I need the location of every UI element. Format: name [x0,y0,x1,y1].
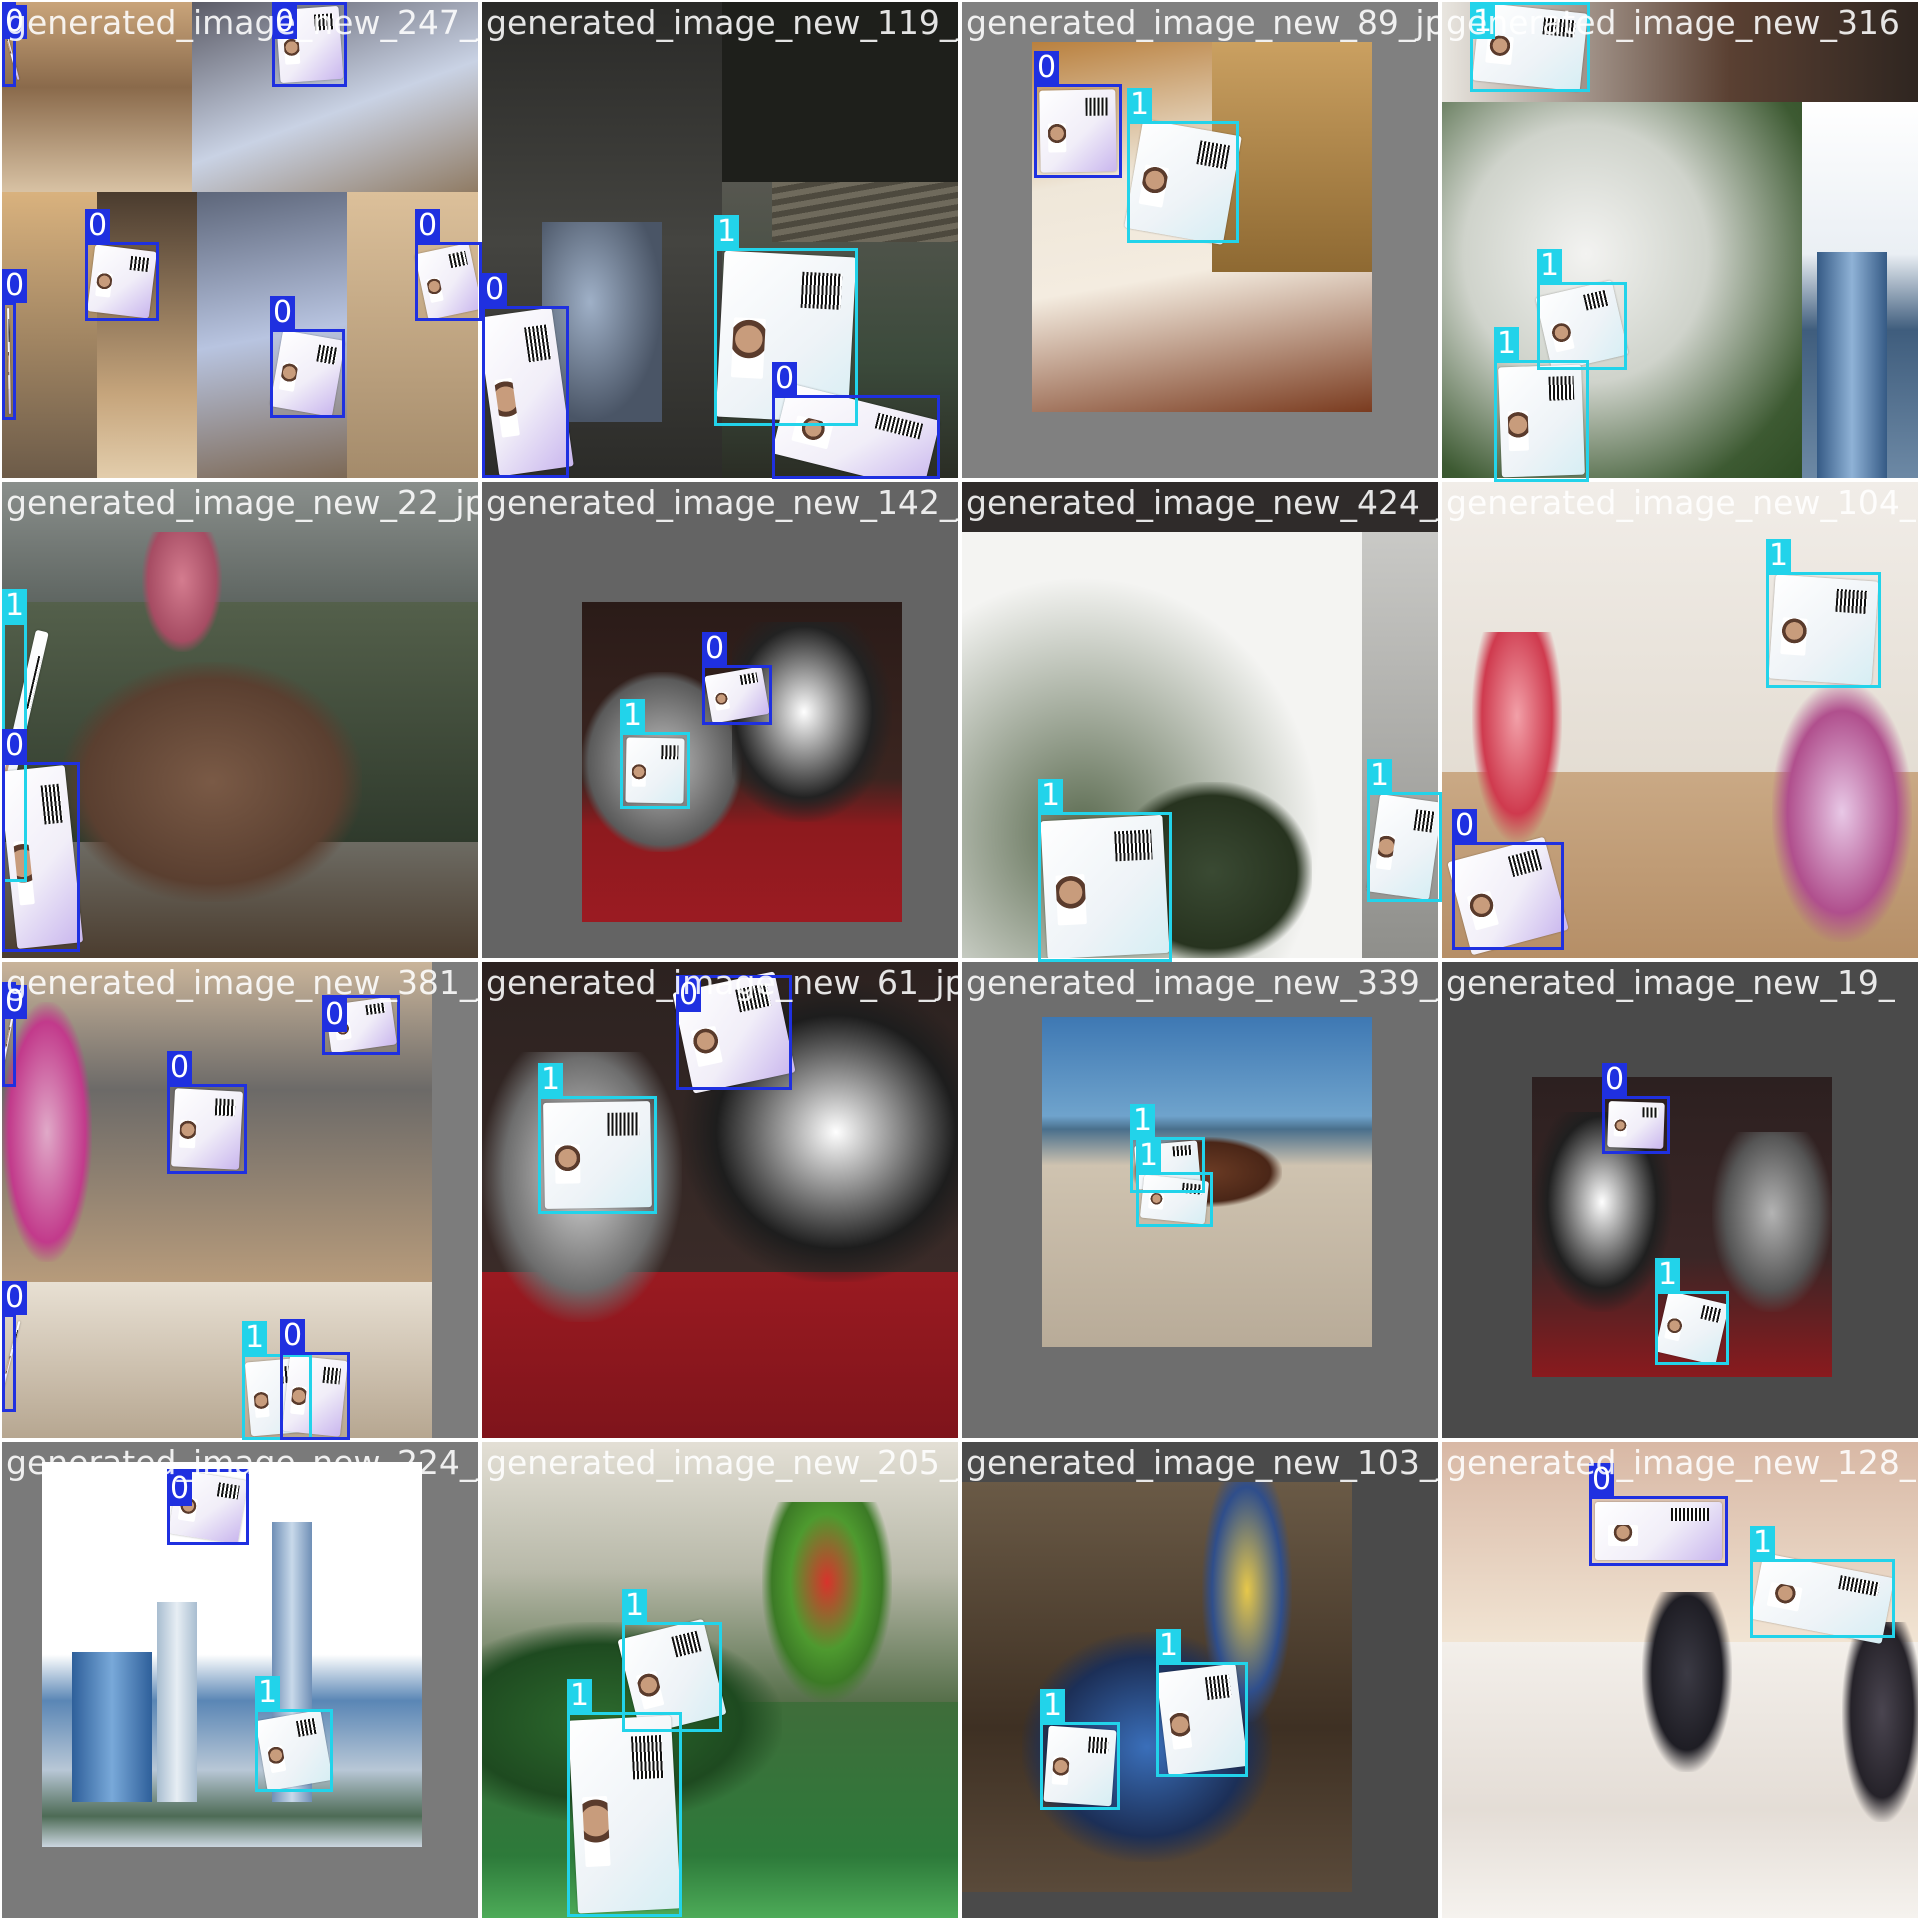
tile-photo [2,2,478,478]
class-label: 1 [1655,1258,1681,1292]
class-label: 0 [280,1319,306,1353]
mosaic-tile: generated_image_new_316 1 1 1 [1440,0,1920,482]
class-label: 0 [2,985,28,1019]
class-label: 0 [1602,1063,1628,1097]
mosaic-grid: generated_image_new_247_jpg.rf.7e9d82e00… [0,0,1920,1920]
class-label: 1 [1494,327,1520,361]
bounding-box-class-0: 0 [280,1319,350,1440]
class-label: 1 [1766,539,1792,573]
bounding-box-class-0: 0 [167,1051,247,1174]
bounding-box-class-1: 1 [1136,1139,1213,1227]
bounding-box-class-1: 1 [1156,1629,1248,1777]
class-label: 0 [322,998,348,1032]
bounding-box-class-1: 1 [1470,2,1590,92]
class-label: 1 [620,699,646,733]
class-label: 1 [1038,779,1064,813]
class-label: 1 [1156,1629,1182,1663]
bounding-box-class-0: 0 [270,296,345,418]
class-label: 1 [1136,1139,1162,1173]
class-label: 0 [272,5,298,39]
class-label: 1 [622,1589,648,1623]
bounding-box-class-1: 1 [1367,759,1442,902]
class-label: 1 [1130,1104,1156,1138]
tile-photo [1442,962,1918,1438]
class-label: 1 [1537,249,1563,283]
bounding-box-class-1: 1 [1040,1689,1120,1810]
bounding-box-class-0: 0 [2,2,28,87]
class-label: 1 [1470,5,1496,39]
bounding-box-class-0: 0 [2,982,28,1087]
class-label: 0 [167,1472,193,1506]
mosaic-tile: generated_image_new_61_jpg.rf.533959eb70… [480,960,960,1440]
class-label: 0 [702,632,728,666]
bounding-box-class-0: 0 [702,632,772,725]
class-label: 0 [167,1051,193,1085]
class-label: 0 [772,362,798,396]
bounding-box-class-0: 0 [1602,1063,1670,1154]
bounding-box-class-0: 0 [272,2,347,87]
class-label: 0 [2,729,28,763]
mosaic-tile: generated_image_new_22_jpg.rf.9065cea741… [0,480,480,960]
class-label: 1 [1367,759,1393,793]
class-label: 0 [676,978,702,1012]
class-label: 0 [1452,809,1478,843]
mosaic-tile: generated_image_new_339_jpg.rf.3b657a5d1… [960,960,1440,1440]
class-label: 1 [1750,1526,1776,1560]
bounding-box-class-1: 1 [1750,1526,1895,1638]
bounding-box-class-0: 0 [2,1281,28,1412]
bounding-box-class-1: 1 [1494,327,1589,482]
bounding-box-class-0: 0 [2,269,28,420]
bounding-box-class-1: 1 [620,699,690,809]
mosaic-tile: generated_image_new_205_jpg.rf.58e8ad1fe… [480,1440,960,1920]
bounding-box-class-0: 0 [2,729,80,952]
class-label: 0 [2,269,28,303]
bounding-box-class-1: 1 [538,1063,657,1214]
class-label: 1 [255,1676,281,1710]
mosaic-tile: generated_image_new_128_ 0 1 [1440,1440,1920,1920]
class-label: 0 [2,5,28,39]
class-label: 0 [1034,51,1060,85]
mosaic-tile: generated_image_new_89_jpg.rf.tada33a501 [960,0,1440,480]
mosaic-tile: generated_image_new_142_jpg.rf.84d390201 [480,480,960,960]
class-label: 1 [714,215,740,249]
class-label: 1 [2,589,28,623]
bounding-box-class-0: 0 [415,209,482,321]
class-label: 0 [2,1281,28,1315]
bounding-box-class-0: 0 [1589,1463,1728,1566]
bounding-box-class-0: 0 [167,1469,249,1545]
mosaic-tile: generated_image_new_19_ 0 1 [1440,960,1920,1440]
bounding-box-class-0: 0 [676,975,792,1090]
bounding-box-class-0: 0 [1452,809,1564,950]
class-label: 0 [270,296,296,330]
bounding-box-class-0: 0 [85,209,159,321]
class-label: 0 [415,209,441,243]
bounding-box-class-1: 1 [1766,539,1881,688]
class-label: 1 [242,1321,268,1355]
class-label: 0 [1589,1463,1615,1497]
mosaic-tile: generated_image_new_381_jpg.rf.5ebe91600… [0,960,480,1440]
bounding-box-class-1: 1 [1537,249,1627,370]
bounding-box-class-1: 1 [1127,88,1239,243]
mosaic-tile: generated_image_new_424_jpg.rf.4116211 [960,480,1442,962]
bounding-box-class-1: 1 [567,1679,682,1917]
bounding-box-class-1: 1 [1655,1258,1729,1365]
class-label: 1 [1127,88,1153,122]
bounding-box-class-0: 0 [1034,51,1122,178]
bounding-box-class-1: 1 [255,1676,333,1792]
bounding-box-class-1: 1 [1038,779,1172,962]
mosaic-tile: generated_image_new_224_jpg.rf.147d45ca0… [0,1440,480,1920]
class-label: 1 [538,1063,564,1097]
class-label: 0 [85,209,111,243]
bounding-box-class-0: 0 [322,995,400,1055]
mosaic-tile: generated_image_new_119_jpg.rf.f85a82701… [480,0,960,480]
mosaic-tile: generated_image_new_103_jpg.rf.301c6bb81… [960,1440,1440,1920]
tile-photo [2,962,478,1438]
bounding-box-class-0: 0 [482,273,569,478]
mosaic-tile: generated_image_new_247_jpg.rf.7e9d82e00… [0,0,482,480]
class-label: 0 [482,273,508,307]
class-label: 1 [1040,1689,1066,1723]
class-label: 1 [567,1679,593,1713]
mosaic-tile: generated_image_new_104_ 1 0 [1440,480,1920,960]
bounding-box-class-0: 0 [772,362,940,479]
